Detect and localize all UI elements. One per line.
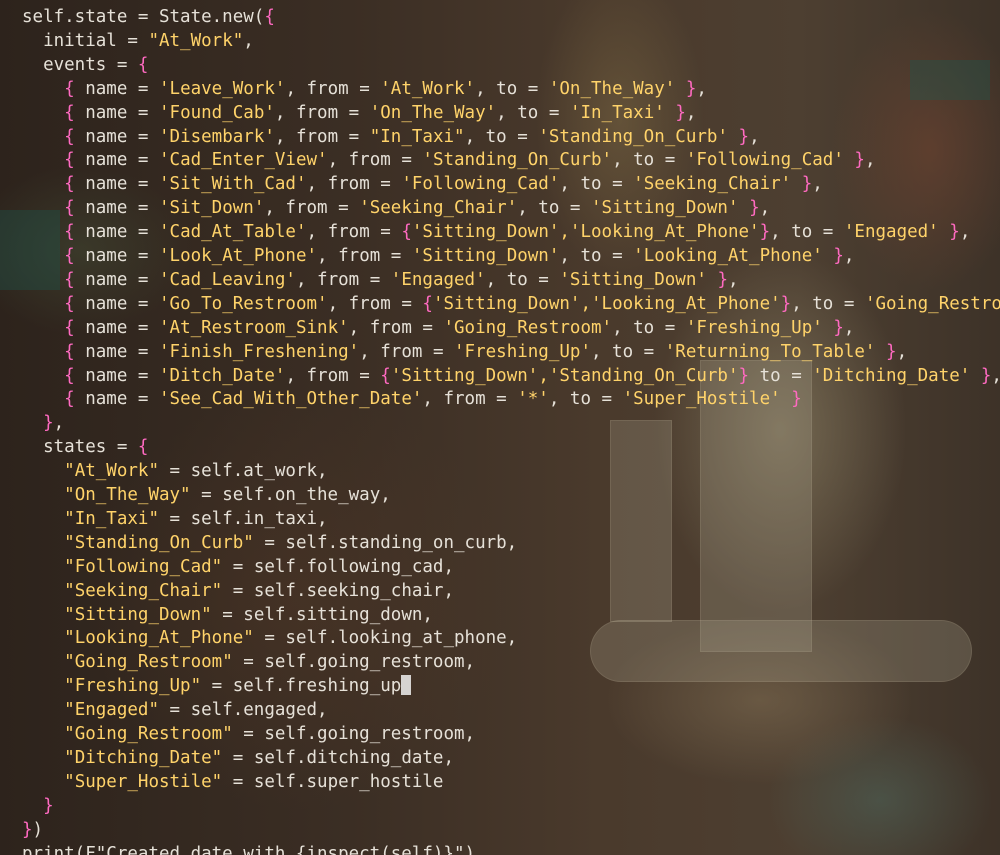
code-line-event: { name = 'Disembark', from = "In_Taxi", …: [64, 126, 760, 147]
code-editor[interactable]: self.state = State.new({ initial = "At_W…: [0, 0, 1000, 855]
code-line-state: "Going_Restroom" = self.going_restroom,: [64, 652, 476, 673]
code-line-states: states = {: [22, 437, 149, 458]
code-line-state: "On_The_Way" = self.on_the_way,: [64, 485, 391, 505]
code-line-event: { name = 'Ditch_Date', from = {'Sitting_…: [64, 365, 1000, 386]
code-line-state: "Looking_At_Phone" = self.looking_at_pho…: [64, 628, 518, 649]
code-line-state: "Engaged" = self.engaged,: [64, 700, 328, 721]
code-line-state: "Ditching_Date" = self.ditching_date,: [64, 747, 454, 768]
code-line-event: { name = 'At_Restroom_Sink', from = 'Goi…: [64, 317, 855, 338]
code-line-events: events = {: [22, 54, 149, 75]
code-line-state: "Following_Cad" = self.following_cad,: [64, 556, 454, 577]
code-line-state: "Standing_On_Curb" = self.standing_on_cu…: [64, 532, 518, 553]
code-line-event: { name = 'Go_To_Restroom', from = {'Sitt…: [64, 293, 1000, 314]
code-line-event: { name = 'Cad_Leaving', from = 'Engaged'…: [64, 269, 739, 290]
code-line-state: "Freshing_Up" = self.freshing_up: [22, 674, 412, 698]
code-line-event: { name = 'Cad_Enter_View', from = 'Stand…: [64, 150, 876, 171]
code-line-state: "In_Taxi" = self.in_taxi,: [64, 508, 328, 529]
code-line-event: { name = 'Cad_At_Table', from = {'Sittin…: [64, 222, 971, 243]
code-line-event: { name = 'Finish_Freshening', from = 'Fr…: [64, 341, 908, 362]
code-line-event: { name = 'See_Cad_With_Other_Date', from…: [64, 389, 802, 410]
code-line-event: { name = 'Sit_Down', from = 'Seeking_Cha…: [64, 198, 771, 219]
code-line-states-end: }: [43, 795, 54, 816]
code-line-state: "Seeking_Chair" = self.seeking_chair,: [64, 580, 454, 601]
code-line-events-end: },: [43, 413, 65, 434]
code-line-print: print(F"Created date with {inspect(self)…: [22, 843, 476, 855]
code-line-event: { name = 'Sit_With_Cad', from = 'Followi…: [64, 174, 823, 195]
code-line-event: { name = 'Look_At_Phone', from = 'Sittin…: [64, 246, 855, 266]
text-cursor: [401, 675, 412, 696]
code-line-state-new: self.state = State.new({: [22, 7, 275, 27]
code-line-event: { name = 'Found_Cab', from = 'On_The_Way…: [64, 102, 697, 123]
code-line-close: }): [22, 819, 44, 840]
code-line-state: "Sitting_Down" = self.sitting_down,: [64, 604, 433, 625]
code-line-initial: initial = "At_Work",: [22, 30, 254, 51]
code-line-state: "Going_Restroom" = self.going_restroom,: [64, 724, 476, 744]
code-line-state: "Super_Hostile" = self.super_hostile: [64, 771, 444, 792]
code-line-state: "At_Work" = self.at_work,: [64, 461, 328, 482]
code-line-event: { name = 'Leave_Work', from = 'At_Work',…: [64, 78, 707, 99]
